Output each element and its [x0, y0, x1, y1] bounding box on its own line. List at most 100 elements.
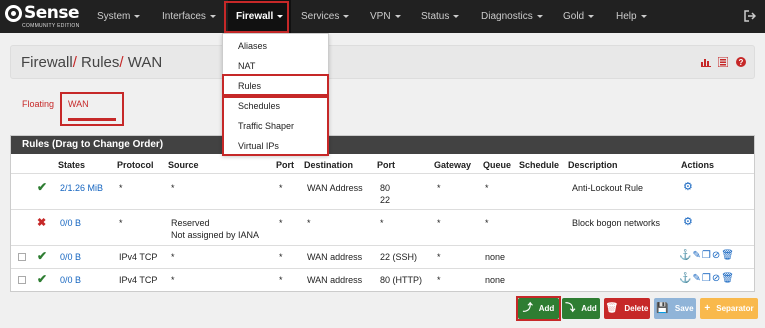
table-row[interactable]: ✔ 0/0 B IPv4 TCP * * WAN address 80 (HTT…	[11, 268, 754, 291]
dest-port: 80 (HTTP)	[380, 275, 423, 285]
save-label: Save	[674, 304, 694, 313]
disable-icon[interactable]: ⊘	[712, 250, 721, 261]
dest-port-2: 22	[380, 195, 391, 205]
states-link[interactable]: 0/0 B	[60, 274, 81, 286]
protocol: *	[119, 183, 123, 193]
chart-icon[interactable]	[700, 57, 711, 67]
nav-gold-label: Gold	[563, 11, 585, 22]
breadcrumb-rules[interactable]: Rules	[81, 54, 119, 71]
pass-icon: ✔	[37, 180, 48, 194]
table-row[interactable]: ✖ 0/0 B * Reserved Not assigned by IANA …	[11, 209, 754, 245]
logo-mark-icon	[5, 5, 22, 22]
logout-icon[interactable]	[744, 10, 756, 22]
source: *	[171, 252, 175, 262]
col-schedule: Schedule	[519, 160, 560, 170]
trash-icon[interactable]: 🗑	[721, 273, 735, 284]
delete-button[interactable]: 🗑 Delete	[604, 298, 650, 319]
tab-floating[interactable]: Floating	[22, 99, 54, 109]
save-button[interactable]: 💾 Save	[654, 298, 696, 319]
col-states: States	[58, 160, 86, 170]
gear-icon[interactable]: ⚙	[683, 181, 693, 193]
floppy-icon: 💾	[656, 303, 669, 314]
separator-button[interactable]: + Separator	[700, 298, 758, 319]
nav-help-label: Help	[616, 11, 637, 22]
gateway: *	[437, 183, 441, 193]
anchor-icon[interactable]: ⚓	[679, 250, 692, 261]
protocol: IPv4 TCP	[119, 252, 158, 262]
plus-icon: +	[704, 303, 711, 314]
destination: WAN address	[307, 252, 363, 262]
source: Reserved	[171, 218, 210, 228]
logo-subtitle: COMMUNITY EDITION	[22, 23, 80, 29]
states-link[interactable]: 2/1.26 MiB	[60, 182, 103, 194]
nav-diagnostics-label: Diagnostics	[481, 11, 533, 22]
anchor-icon[interactable]: ⚓	[679, 273, 692, 284]
col-description: Description	[568, 160, 618, 170]
nav-gold[interactable]: Gold	[563, 0, 595, 33]
col-dest-port: Port	[377, 160, 395, 170]
list-icon[interactable]	[717, 56, 729, 68]
nav-interfaces[interactable]: Interfaces	[162, 0, 216, 33]
nav-status-label: Status	[421, 11, 450, 22]
gateway: *	[437, 252, 441, 262]
nav-services[interactable]: Services	[301, 0, 350, 33]
separator-label: Separator	[716, 304, 754, 313]
breadcrumb-firewall[interactable]: Firewall	[21, 54, 73, 71]
row-checkbox[interactable]	[18, 276, 26, 284]
highlight-menu-lower	[222, 96, 329, 156]
chevron-down-icon	[394, 14, 401, 18]
highlight-rules-item	[222, 74, 329, 96]
pass-icon: ✔	[37, 272, 48, 286]
table-row[interactable]: ✔ 0/0 B IPv4 TCP * * WAN address 22 (SSH…	[11, 245, 754, 268]
gateway: *	[437, 275, 441, 285]
col-gateway: Gateway	[434, 160, 472, 170]
breadcrumb: Firewall/ Rules/ WAN ?	[10, 45, 755, 79]
app-root: Sense COMMUNITY EDITION System Interface…	[0, 0, 765, 328]
nav-help[interactable]: Help	[616, 0, 647, 33]
col-actions: Actions	[681, 160, 715, 170]
trash-icon[interactable]: 🗑	[721, 250, 735, 261]
dest-port: *	[380, 218, 384, 228]
highlight-wan-tab	[60, 92, 124, 126]
delete-label: Delete	[624, 304, 649, 313]
gateway: *	[437, 218, 441, 228]
highlight-add-button	[516, 296, 561, 321]
page-title: Firewall/ Rules/ WAN	[21, 54, 162, 71]
queue: *	[485, 183, 489, 193]
disable-icon[interactable]: ⊘	[712, 273, 721, 284]
menu-item-nat[interactable]: NAT	[223, 56, 328, 76]
nav-system-label: System	[97, 11, 131, 22]
source: *	[171, 183, 175, 193]
chevron-down-icon	[209, 14, 216, 18]
row-actions: ⚓✎❐⊘🗑	[679, 273, 735, 285]
copy-icon[interactable]: ❐	[702, 250, 712, 261]
nav-status[interactable]: Status	[421, 0, 460, 33]
pencil-icon[interactable]: ✎	[692, 250, 701, 261]
destination: *	[307, 218, 311, 228]
protocol: IPv4 TCP	[119, 275, 158, 285]
dest-port: 22 (SSH)	[380, 252, 418, 262]
nav-vpn[interactable]: VPN	[370, 0, 401, 33]
states-link[interactable]: 0/0 B	[60, 251, 81, 263]
col-source-port: Port	[276, 160, 294, 170]
source: *	[171, 275, 175, 285]
add-rule-bottom-button[interactable]: ⤵ Add	[562, 298, 600, 319]
table-row[interactable]: ✔ 2/1.26 MiB * * * WAN Address 80 22 * *…	[11, 173, 754, 209]
nav-vpn-label: VPN	[370, 11, 391, 22]
chevron-down-icon	[536, 14, 543, 18]
gear-icon[interactable]: ⚙	[683, 216, 693, 228]
pfsense-logo[interactable]: Sense COMMUNITY EDITION	[5, 3, 80, 30]
pencil-icon[interactable]: ✎	[692, 273, 701, 284]
row-actions: ⚓✎❐⊘🗑	[679, 250, 735, 262]
copy-icon[interactable]: ❐	[702, 273, 712, 284]
menu-item-aliases[interactable]: Aliases	[223, 36, 328, 56]
block-icon: ✖	[37, 217, 47, 229]
nav-diagnostics[interactable]: Diagnostics	[481, 0, 543, 33]
breadcrumb-separator: /	[119, 54, 124, 71]
top-navbar: Sense COMMUNITY EDITION System Interface…	[0, 0, 765, 33]
states-link[interactable]: 0/0 B	[60, 217, 81, 229]
add-bottom-label: Add	[581, 304, 597, 313]
help-icon[interactable]: ?	[736, 57, 746, 67]
row-checkbox[interactable]	[18, 253, 26, 261]
nav-system[interactable]: System	[97, 0, 141, 33]
